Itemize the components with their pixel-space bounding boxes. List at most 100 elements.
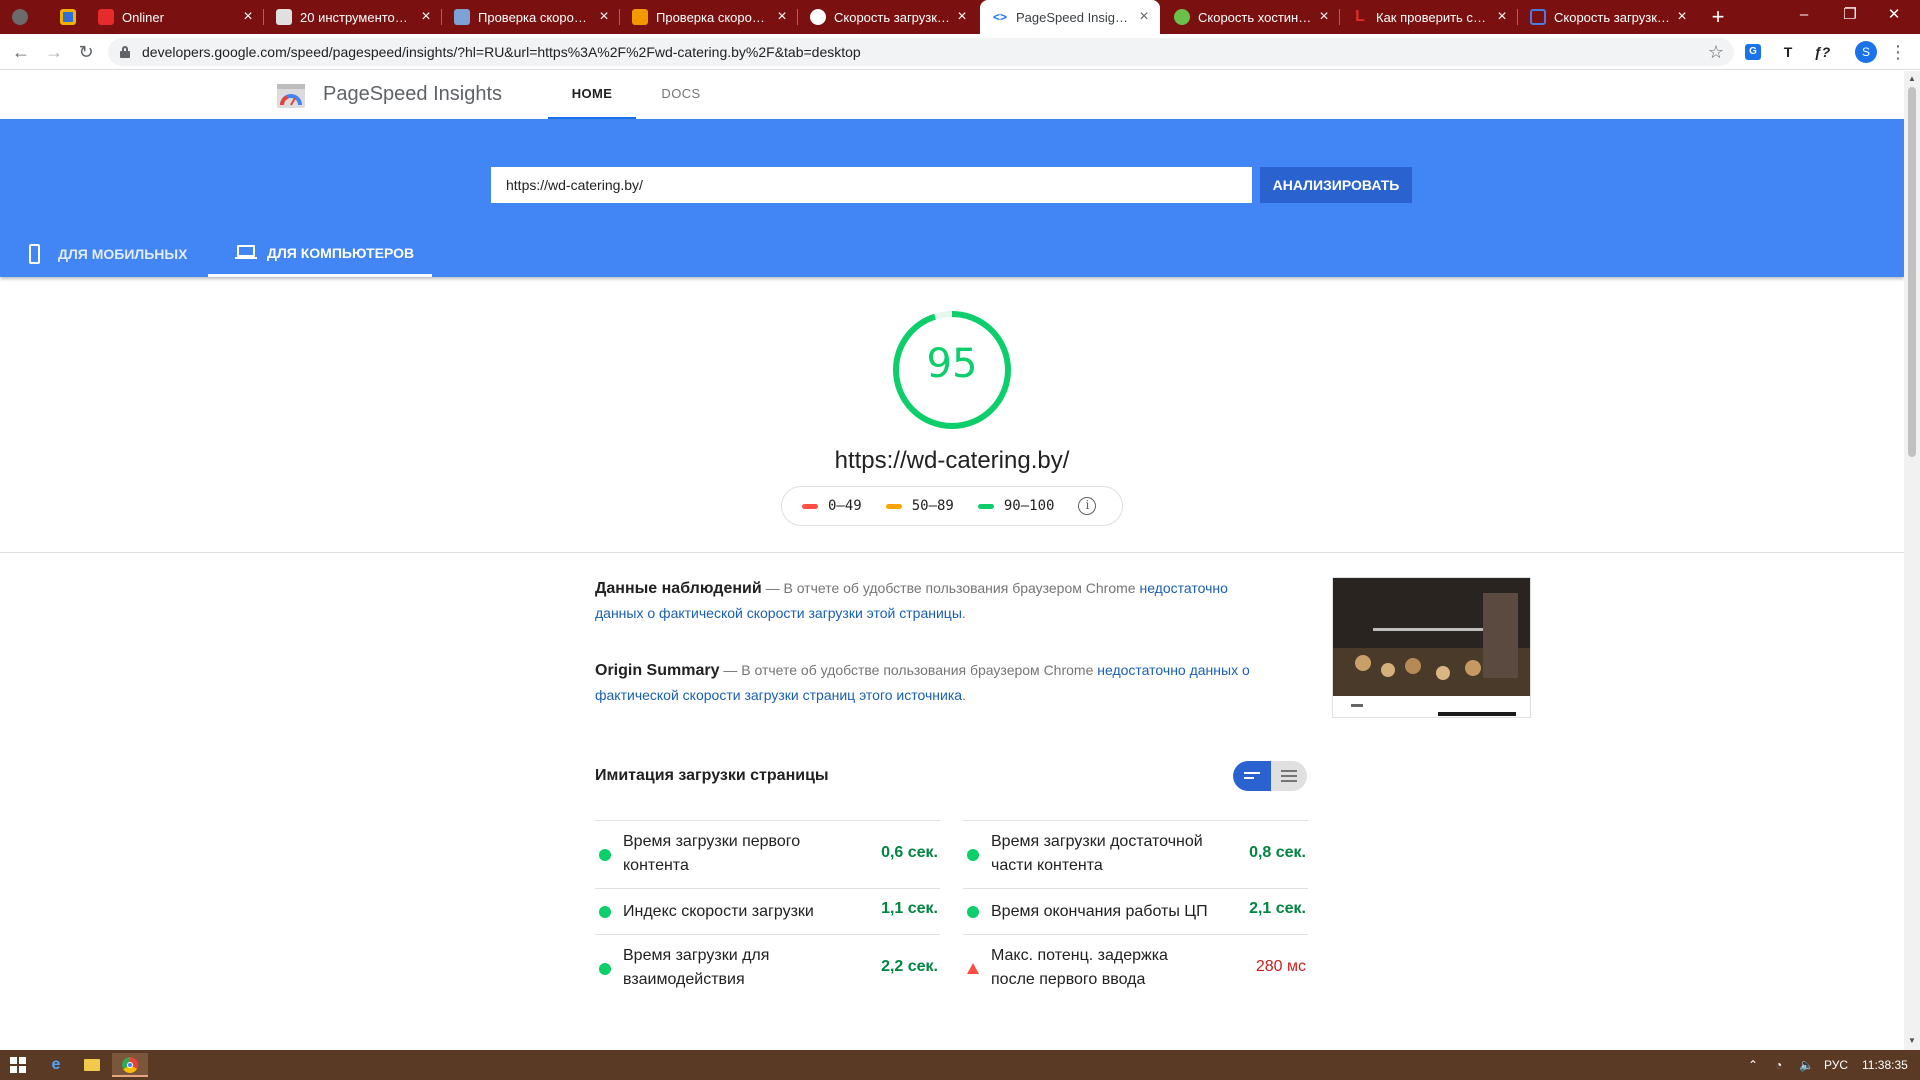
- back-button[interactable]: ←: [9, 40, 33, 64]
- google-icon: [810, 9, 826, 25]
- performance-score: 95: [926, 341, 978, 387]
- browser-tab[interactable]: Проверка скорости ×: [442, 0, 620, 34]
- internet-explorer-icon[interactable]: e: [38, 1053, 74, 1077]
- close-icon[interactable]: ×: [240, 9, 256, 25]
- tray-chevron-icon[interactable]: ⌃: [1748, 1050, 1758, 1080]
- page-screenshot-thumbnail: [1332, 577, 1531, 718]
- tab-mobile-label: ДЛЯ МОБИЛЬНЫХ: [58, 246, 188, 262]
- forward-button[interactable]: →: [42, 40, 66, 64]
- tested-url: https://wd-catering.by/: [834, 447, 1070, 474]
- metric-first-cpu-idle: Время окончания работы ЦП 2,1 сек.: [963, 888, 1308, 934]
- network-icon[interactable]: ◔: [1775, 1050, 1782, 1080]
- browser-tab[interactable]: Скорость загрузки с ×: [1518, 0, 1698, 34]
- metric-name: Время загрузки первого контента: [623, 833, 801, 874]
- close-icon[interactable]: ×: [418, 9, 434, 25]
- url-input[interactable]: [491, 167, 1252, 203]
- browser-tab-active[interactable]: <> PageSpeed Insights ×: [980, 0, 1160, 34]
- file-explorer-icon[interactable]: [74, 1053, 110, 1077]
- page-scrollbar[interactable]: ▲ ▼: [1904, 71, 1920, 1050]
- bookmark-icon: [632, 9, 648, 25]
- reload-button[interactable]: ↻: [74, 40, 98, 64]
- language-indicator[interactable]: РУС: [1824, 1050, 1848, 1080]
- pass-dot-icon: [967, 849, 979, 861]
- close-icon[interactable]: ×: [954, 9, 970, 25]
- l-icon: L: [1355, 8, 1365, 25]
- scrollbar-thumb[interactable]: [1908, 87, 1916, 457]
- score-legend: 0–49 50–89 90–100 i: [781, 486, 1123, 526]
- compact-view-button[interactable]: [1233, 761, 1271, 791]
- close-icon[interactable]: ×: [1136, 9, 1152, 25]
- weather-icon: [60, 9, 76, 25]
- browser-toolbar: ← → ↻ developers.google.com/speed/pagesp…: [0, 34, 1920, 70]
- browser-tab[interactable]: Скорость загрузки с ×: [798, 0, 978, 34]
- close-icon[interactable]: ×: [1316, 9, 1332, 25]
- code-icon: <>: [992, 10, 1007, 24]
- scroll-down-icon[interactable]: ▼: [1908, 1037, 1916, 1045]
- lab-data-title: Имитация загрузки страницы: [595, 767, 829, 784]
- star-icon[interactable]: ☆: [1708, 40, 1724, 64]
- browser-tab[interactable]: Скорость хостинга - ×: [1162, 0, 1340, 34]
- metric-name: Время загрузки для взаимодействия: [623, 947, 770, 988]
- start-button[interactable]: [0, 1053, 36, 1077]
- windows-taskbar: e ⌃ ◔ 🔈 РУС 11:38:35: [0, 1050, 1920, 1080]
- close-icon[interactable]: ×: [774, 9, 790, 25]
- site-header: PageSpeed Insights HOME DOCS: [0, 71, 1904, 119]
- avatar[interactable]: S: [1855, 41, 1877, 63]
- laptop-icon: [235, 245, 257, 260]
- browser-tab[interactable]: Проверка скорости ×: [620, 0, 798, 34]
- page-viewport: PageSpeed Insights HOME DOCS АНАЛИЗИРОВА…: [0, 71, 1904, 1050]
- chrome-taskbar-icon[interactable]: [112, 1053, 148, 1077]
- browser-tab[interactable]: [0, 0, 48, 34]
- browser-tab[interactable]: 20 инструментов для ×: [264, 0, 442, 34]
- field-data-title: Данные наблюдений: [595, 580, 762, 597]
- metric-value: 2,1 сек.: [1249, 900, 1306, 917]
- analyze-button[interactable]: АНАЛИЗИРОВАТЬ: [1260, 167, 1412, 203]
- info-icon[interactable]: i: [1078, 497, 1097, 515]
- expanded-view-button[interactable]: [1271, 761, 1307, 791]
- pass-dot-icon: [599, 906, 611, 918]
- address-bar[interactable]: developers.google.com/speed/pagespeed/in…: [108, 38, 1734, 66]
- tab-mobile[interactable]: ДЛЯ МОБИЛЬНЫХ: [29, 231, 209, 277]
- metric-value: 0,8 сек.: [1249, 844, 1306, 861]
- divider: [0, 552, 1904, 553]
- legend-item-pass: 90–100: [977, 498, 1055, 514]
- new-tab-button[interactable]: +: [1706, 5, 1730, 29]
- url-hero: АНАЛИЗИРОВАТЬ ДЛЯ МОБИЛЬНЫХ ДЛЯ КОМПЬЮТЕ…: [0, 119, 1904, 277]
- browser-tab[interactable]: Onliner ×: [86, 0, 264, 34]
- metrics-view-toggle[interactable]: [1233, 761, 1307, 791]
- metrics-column-left: Время загрузки первого контента 0,6 сек.…: [595, 820, 940, 1002]
- metric-value: 2,2 сек.: [881, 958, 938, 975]
- nav-home[interactable]: HOME: [548, 71, 636, 119]
- metric-max-fid: Макс. потенц. задержка после первого вво…: [963, 934, 1308, 1002]
- volume-icon[interactable]: 🔈: [1799, 1050, 1814, 1080]
- doc-icon: [276, 9, 292, 25]
- metric-name: Индекс скорости загрузки: [623, 903, 814, 920]
- expanded-view-icon: [1281, 770, 1297, 772]
- browser-tab[interactable]: [48, 0, 86, 34]
- menu-icon[interactable]: ⋮: [1889, 40, 1907, 64]
- field-data-text: — В отчете об удобстве пользования брауз…: [761, 580, 1140, 596]
- close-icon[interactable]: ×: [1674, 9, 1690, 25]
- legend-range: 90–100: [1003, 498, 1055, 514]
- close-icon[interactable]: ×: [1494, 9, 1510, 25]
- legend-item-average: 50–89: [885, 498, 954, 514]
- close-window-button[interactable]: ✕: [1866, 0, 1920, 34]
- formula-extension-icon[interactable]: ƒ?: [1810, 42, 1834, 62]
- tab-desktop[interactable]: ДЛЯ КОМПЬЮТЕРОВ: [208, 231, 432, 277]
- pagespeed-logo-icon: [277, 84, 305, 108]
- clock[interactable]: 11:38:35: [1862, 1050, 1908, 1080]
- scroll-up-icon[interactable]: ▲: [1908, 75, 1916, 83]
- browser-tab[interactable]: L Как проверить скор ×: [1340, 0, 1518, 34]
- tab-strip: Onliner × 20 инструментов для × Проверка…: [0, 0, 1920, 34]
- metric-value: 0,6 сек.: [881, 844, 938, 861]
- legend-pass-swatch: [977, 503, 994, 509]
- close-icon[interactable]: ×: [596, 9, 612, 25]
- extension-icon[interactable]: Т: [1778, 42, 1798, 62]
- nav-docs[interactable]: DOCS: [640, 71, 722, 119]
- metric-speed-index: Индекс скорости загрузки 1,1 сек.: [595, 888, 940, 934]
- address-url[interactable]: developers.google.com/speed/pagespeed/in…: [142, 38, 861, 66]
- translate-extension-icon[interactable]: G: [1745, 44, 1761, 60]
- metric-name: Время загрузки достаточной части контент…: [991, 833, 1203, 874]
- field-data: Данные наблюдений — В отчете об удобстве…: [595, 580, 1228, 621]
- legend-item-fail: 0–49: [802, 498, 862, 514]
